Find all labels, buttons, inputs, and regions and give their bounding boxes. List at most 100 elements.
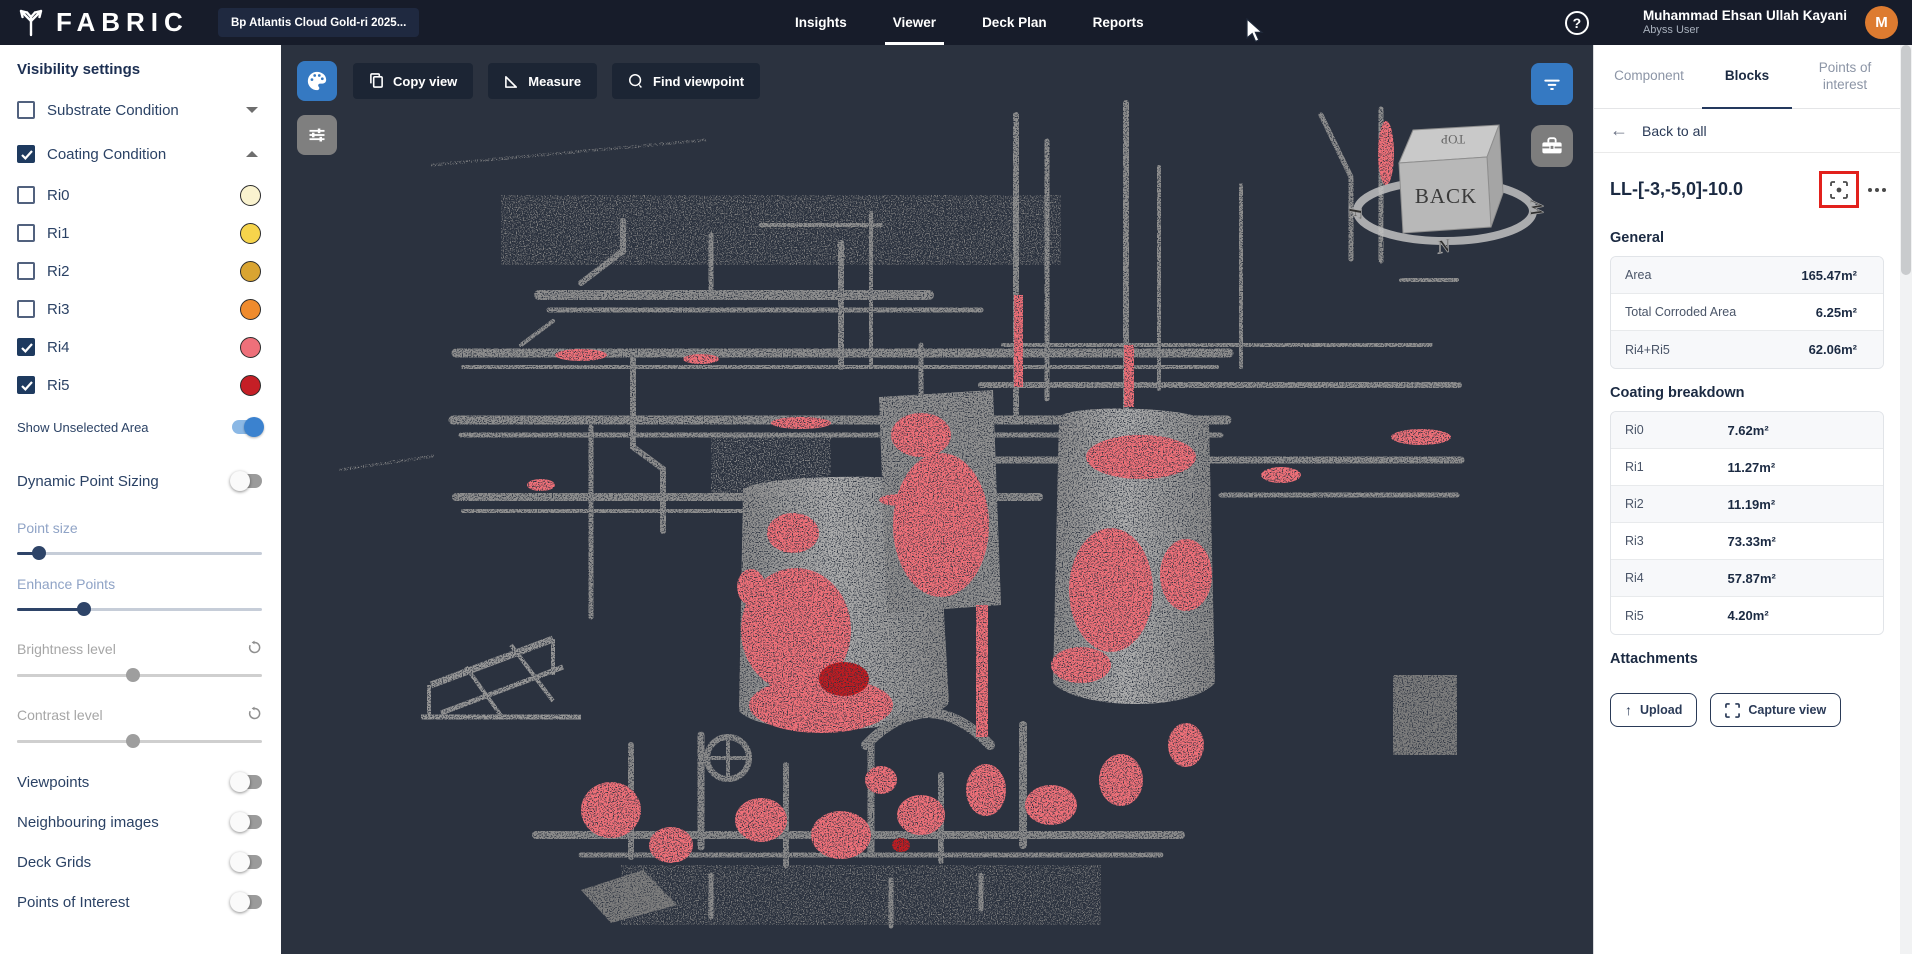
ri3-label: Ri3 — [47, 301, 240, 318]
ri2-label: Ri2 — [47, 263, 240, 280]
viewer-3d-canvas[interactable]: Copy view Measure Find viewpoint — [281, 45, 1593, 954]
deck-grids-label: Deck Grids — [17, 854, 230, 871]
table-row: Total Corroded Area 6.25m² — [1611, 294, 1883, 331]
more-menu-icon[interactable] — [1868, 188, 1886, 192]
upload-button[interactable]: ↑ Upload — [1610, 693, 1697, 727]
sidebar-item-ri3[interactable]: Ri3 — [17, 290, 264, 328]
table-row: Ri3 73.33m² — [1611, 523, 1883, 560]
coating-condition-label: Coating Condition — [47, 146, 246, 163]
enhance-points-slider[interactable] — [17, 602, 264, 616]
tab-points-of-interest[interactable]: Points of interest — [1796, 45, 1894, 108]
enhance-points-label: Enhance Points — [17, 576, 264, 592]
ri4-checkbox[interactable] — [17, 338, 35, 356]
nav-reports[interactable]: Reports — [1093, 0, 1144, 45]
point-settings-button[interactable] — [297, 115, 337, 155]
cursor-pointer — [1245, 18, 1267, 44]
ri1-label: Ri1 — [47, 225, 240, 242]
brightness-level-slider[interactable] — [17, 668, 264, 682]
tune-icon — [307, 125, 327, 145]
find-viewpoint-icon — [628, 73, 644, 89]
scrollbar-thumb[interactable] — [1901, 45, 1911, 275]
dynamic-point-sizing-toggle[interactable] — [230, 471, 264, 491]
sidebar-item-ri1[interactable]: Ri1 — [17, 214, 264, 252]
compass-east: E — [1344, 206, 1365, 220]
sidebar-item-ri0[interactable]: Ri0 — [17, 176, 264, 214]
user-role: Abyss User — [1643, 24, 1847, 37]
general-heading: General — [1610, 230, 1884, 246]
viewpoints-toggle[interactable] — [230, 772, 264, 792]
attachments-heading: Attachments — [1610, 651, 1884, 667]
ri5-checkbox[interactable] — [17, 376, 35, 394]
user-info[interactable]: Muhammad Ehsan Ullah Kayani Abyss User — [1643, 8, 1847, 37]
show-unselected-area-toggle[interactable] — [230, 417, 264, 437]
filter-button[interactable] — [1531, 63, 1573, 105]
chevron-up-icon[interactable] — [246, 151, 258, 157]
points-of-interest-toggle[interactable] — [230, 892, 264, 912]
capture-view-button[interactable]: Capture view — [1710, 693, 1841, 727]
ri2-checkbox[interactable] — [17, 262, 35, 280]
point-size-label: Point size — [17, 520, 264, 536]
ri3-checkbox[interactable] — [17, 300, 35, 318]
filter-icon — [1542, 74, 1562, 94]
help-icon[interactable]: ? — [1565, 11, 1589, 35]
contrast-level-slider[interactable] — [17, 734, 264, 748]
compass-west: W — [1527, 199, 1548, 217]
table-row: Ri0 7.62m² — [1611, 412, 1883, 449]
measure-button[interactable]: Measure — [488, 63, 597, 99]
coating-condition-checkbox[interactable] — [17, 145, 35, 163]
details-panel: Component Blocks Points of interest ← Ba… — [1593, 45, 1912, 954]
viewpoints-row: Viewpoints — [17, 762, 264, 802]
block-title: LL-[-3,-5,0]-10.0 — [1610, 179, 1819, 200]
substrate-condition-label: Substrate Condition — [47, 102, 246, 119]
coating-breakdown-heading: Coating breakdown — [1610, 385, 1884, 401]
panel-scrollbar[interactable] — [1900, 45, 1912, 954]
sidebar-item-coating-condition[interactable]: Coating Condition — [17, 132, 264, 176]
avatar[interactable]: M — [1865, 6, 1898, 39]
sidebar-item-ri2[interactable]: Ri2 — [17, 252, 264, 290]
tab-component[interactable]: Component — [1600, 45, 1698, 108]
reset-icon[interactable] — [247, 640, 262, 658]
neighbouring-images-toggle[interactable] — [230, 812, 264, 832]
chevron-down-icon[interactable] — [246, 107, 258, 113]
viewpoints-label: Viewpoints — [17, 774, 230, 791]
contrast-level-label: Contrast level — [17, 706, 264, 724]
copy-icon — [369, 73, 384, 89]
point-size-slider[interactable] — [17, 546, 264, 560]
brightness-level-label: Brightness level — [17, 640, 264, 658]
ri3-color-swatch — [240, 299, 261, 320]
coating-breakdown-table: Ri0 7.62m² Ri1 11.27m² Ri2 11.19m² Ri3 7… — [1610, 411, 1884, 635]
sidebar-item-ri5[interactable]: Ri5 — [17, 366, 264, 404]
tab-blocks[interactable]: Blocks — [1698, 45, 1796, 108]
find-viewpoint-button[interactable]: Find viewpoint — [612, 63, 760, 99]
nav-viewer[interactable]: Viewer — [893, 0, 936, 45]
top-bar: FABRIC Bp Atlantis Cloud Gold-ri 2025...… — [0, 0, 1912, 45]
ri5-label: Ri5 — [47, 377, 240, 394]
back-arrow-icon: ← — [1610, 120, 1628, 141]
color-mode-button[interactable] — [297, 61, 337, 101]
table-row: Ri1 11.27m² — [1611, 449, 1883, 486]
cube-front-label: BACK — [1415, 184, 1477, 208]
main-nav: Insights Viewer Deck Plan Reports — [795, 0, 1144, 45]
points-of-interest-row: Points of Interest — [17, 882, 264, 922]
sidebar-item-substrate-condition[interactable]: Substrate Condition — [17, 88, 264, 132]
dynamic-point-sizing-row: Dynamic Point Sizing — [17, 458, 264, 504]
nav-insights[interactable]: Insights — [795, 0, 847, 45]
nav-deck-plan[interactable]: Deck Plan — [982, 0, 1047, 45]
project-chip[interactable]: Bp Atlantis Cloud Gold-ri 2025... — [218, 8, 419, 37]
reset-icon[interactable] — [247, 706, 262, 724]
substrate-condition-checkbox[interactable] — [17, 101, 35, 119]
ri0-label: Ri0 — [47, 187, 240, 204]
deck-grids-toggle[interactable] — [230, 852, 264, 872]
focus-block-button[interactable] — [1819, 171, 1859, 208]
ri1-checkbox[interactable] — [17, 224, 35, 242]
ri0-checkbox[interactable] — [17, 186, 35, 204]
measure-icon — [504, 74, 519, 89]
ri4-color-swatch — [240, 337, 261, 358]
navigation-cube[interactable]: E W N TOP BACK — [1341, 111, 1553, 261]
back-to-all[interactable]: ← Back to all — [1594, 109, 1900, 153]
sidebar-item-ri4[interactable]: Ri4 — [17, 328, 264, 366]
show-unselected-area-row: Show Unselected Area — [17, 406, 264, 448]
copy-view-button[interactable]: Copy view — [353, 63, 473, 99]
upload-icon: ↑ — [1625, 702, 1632, 718]
ri4-label: Ri4 — [47, 339, 240, 356]
